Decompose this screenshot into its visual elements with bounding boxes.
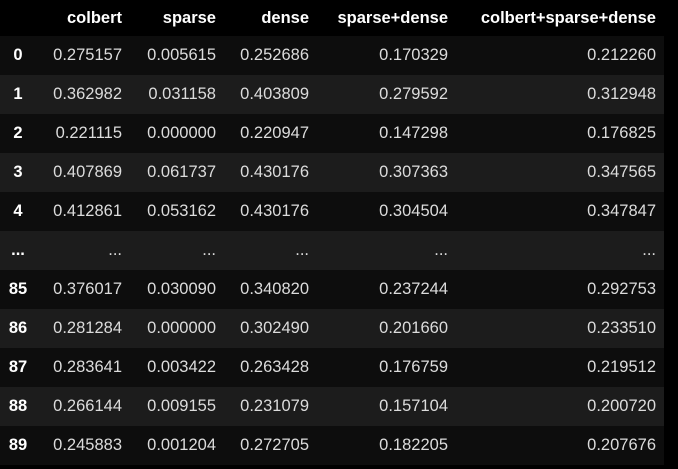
- cell-sparse-dense: 0.279592: [379, 85, 448, 103]
- cell-sparse-dense: 0.170329: [379, 46, 448, 64]
- column-header-sparse-dense: sparse+dense: [337, 8, 448, 27]
- cell-colbert: 0.275157: [53, 46, 122, 64]
- cell-sparse-dense: ...: [434, 241, 448, 259]
- row-index: 3: [13, 163, 23, 181]
- cell-sparse: 0.005615: [147, 46, 216, 64]
- cell-dense: ...: [295, 241, 309, 259]
- cell-colbert-sparse-dense: 0.233510: [587, 319, 656, 337]
- cell-colbert: 0.283641: [53, 358, 122, 376]
- cell-dense: 0.302490: [240, 319, 309, 337]
- cell-dense: 0.220947: [240, 124, 309, 142]
- cell-sparse-dense: 0.182205: [379, 436, 448, 454]
- cell-sparse-dense: 0.147298: [379, 124, 448, 142]
- cell-colbert-sparse-dense: 0.212260: [587, 46, 656, 64]
- row-index: 4: [13, 202, 23, 220]
- cell-colbert: 0.221115: [55, 124, 122, 142]
- cell-colbert-sparse-dense: 0.347847: [587, 202, 656, 220]
- table-row: 89 0.245883 0.001204 0.272705 0.182205 0.2076…: [0, 426, 664, 465]
- row-index: 88: [8, 397, 28, 415]
- cell-sparse-dense: 0.176759: [379, 358, 448, 376]
- cell-sparse-dense: 0.157104: [379, 397, 448, 415]
- table-row: 87 0.283641 0.003422 0.263428 0.176759 0.2195…: [0, 348, 664, 387]
- cell-sparse: 0.031158: [148, 85, 216, 103]
- row-index: 85: [8, 280, 28, 298]
- table-row: 4 0.412861 0.053162 0.430176 0.304504 0.34784…: [0, 192, 664, 231]
- row-index: 89: [8, 436, 28, 454]
- cell-dense: 0.231079: [240, 397, 309, 415]
- cell-colbert: 0.281284: [53, 319, 122, 337]
- cell-colbert-sparse-dense: 0.176825: [587, 124, 656, 142]
- cell-dense: 0.263428: [240, 358, 309, 376]
- cell-sparse-dense: 0.201660: [379, 319, 448, 337]
- cell-colbert: 0.362982: [53, 85, 122, 103]
- table-row: 2 0.221115 0.000000 0.220947 0.147298 0.17682…: [0, 114, 664, 153]
- cell-colbert: 0.376017: [53, 280, 122, 298]
- header-row: colbert sparse dense sparse+dense colber…: [0, 0, 664, 36]
- cell-colbert-sparse-dense: ...: [642, 241, 656, 259]
- dataframe-table: colbert sparse dense sparse+dense colber…: [0, 0, 664, 465]
- table-row: 0 0.275157 0.005615 0.252686 0.170329 0.21226…: [0, 36, 664, 75]
- cell-colbert-sparse-dense: 0.219512: [587, 358, 656, 376]
- cell-sparse-dense: 0.304504: [379, 202, 448, 220]
- cell-dense: 0.403809: [240, 85, 309, 103]
- table-row: 86 0.281284 0.000000 0.302490 0.201660 0.2335…: [0, 309, 664, 348]
- table-row: 85 0.376017 0.030090 0.340820 0.237244 0.2927…: [0, 270, 664, 309]
- row-index: ...: [11, 241, 25, 259]
- table-row: 3 0.407869 0.061737 0.430176 0.307363 0.34756…: [0, 153, 664, 192]
- cell-sparse: 0.003422: [147, 358, 216, 376]
- cell-colbert: 0.245883: [53, 436, 122, 454]
- row-index: 86: [8, 319, 28, 337]
- cell-sparse: 0.000000: [147, 124, 216, 142]
- cell-colbert: 0.407869: [53, 163, 122, 181]
- cell-sparse: 0.001204: [147, 436, 216, 454]
- cell-colbert-sparse-dense: 0.347565: [587, 163, 656, 181]
- cell-colbert-sparse-dense: 0.200720: [587, 397, 656, 415]
- cell-dense: 0.272705: [240, 436, 309, 454]
- table-header: colbert sparse dense sparse+dense colber…: [0, 0, 664, 36]
- cell-sparse: 0.009155: [147, 397, 216, 415]
- cell-colbert-sparse-dense: 0.207676: [587, 436, 656, 454]
- table-row: ..................: [0, 231, 664, 270]
- row-index: 2: [13, 124, 23, 142]
- table-row: 88 0.266144 0.009155 0.231079 0.157104 0.2007…: [0, 387, 664, 426]
- cell-sparse-dense: 0.307363: [379, 163, 448, 181]
- cell-sparse: 0.030090: [147, 280, 216, 298]
- row-index: 1: [13, 85, 23, 103]
- table-row: 1 0.362982 0.031158 0.403809 0.279592 0.31294…: [0, 75, 664, 114]
- row-index: 0: [13, 46, 23, 64]
- cell-sparse: 0.061737: [147, 163, 216, 181]
- table-body: 0 0.275157 0.005615 0.252686 0.170329 0.21226…: [0, 36, 664, 465]
- column-header-sparse: sparse: [162, 8, 216, 27]
- cell-sparse: 0.053162: [147, 202, 216, 220]
- column-header-colbert-sparse-dense: colbert+sparse+dense: [480, 8, 656, 27]
- cell-dense: 0.430176: [240, 163, 309, 181]
- cell-dense: 0.340820: [240, 280, 309, 298]
- cell-colbert-sparse-dense: 0.292753: [587, 280, 656, 298]
- cell-colbert: 0.266144: [53, 397, 122, 415]
- cell-colbert: 0.412861: [53, 202, 122, 220]
- cell-dense: 0.252686: [240, 46, 309, 64]
- column-header-colbert: colbert: [66, 8, 122, 27]
- cell-colbert-sparse-dense: 0.312948: [587, 85, 656, 103]
- cell-sparse-dense: 0.237244: [379, 280, 448, 298]
- cell-sparse: 0.000000: [147, 319, 216, 337]
- cell-dense: 0.430176: [240, 202, 309, 220]
- column-header-dense: dense: [261, 8, 309, 27]
- cell-sparse: ...: [202, 241, 216, 259]
- index-header: [0, 0, 36, 36]
- cell-colbert: ...: [108, 241, 122, 259]
- row-index: 87: [8, 358, 28, 376]
- dataframe-output: colbert sparse dense sparse+dense colber…: [0, 0, 678, 465]
